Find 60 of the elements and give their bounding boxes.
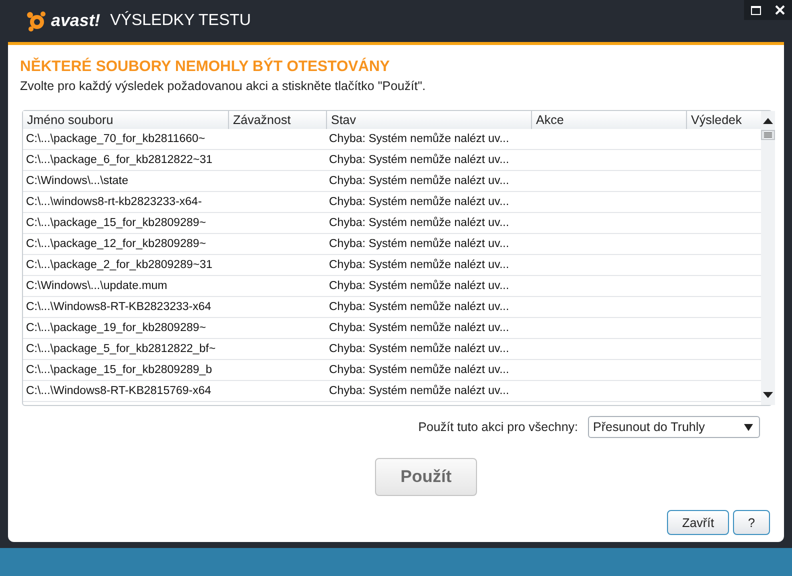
table-cell-text: Chyba: Systém nemůže nalézt uv... bbox=[328, 258, 510, 273]
table-row[interactable]: C:\...\package_15_for_kb2809289~ Chyba: Systém nemůže nalézt uv... bbox=[23, 213, 761, 234]
column-header[interactable]: Jméno souboru bbox=[23, 111, 228, 129]
action-dropdown[interactable]: Přesunout do Truhly bbox=[588, 416, 760, 438]
table-cell-text: C:\...\Windows8-RT-KB2815769-x64 bbox=[25, 384, 212, 399]
table-row[interactable]: C:\...\package_6_for_kb2812822~31 Chyba: Systém nemůže nalézt uv... bbox=[23, 150, 761, 171]
table-cell-text: C:\...\package_70_for_kb2811660~ bbox=[25, 132, 206, 147]
table-row[interactable]: C:\...\package_12_for_kb2809289~ Chyba: Systém nemůže nalézt uv... bbox=[23, 234, 761, 255]
scroll-up-icon[interactable] bbox=[763, 117, 773, 125]
table-cell-text: Chyba: Systém nemůže nalézt uv... bbox=[328, 132, 510, 147]
table-cell-text: Chyba: Systém nemůže nalézt uv... bbox=[328, 320, 510, 336]
table-row[interactable]: C:\...\package_2_for_kb2809289~31 Chyba: Systém nemůže nalézt uv... bbox=[23, 255, 761, 276]
table-cell-text: C:\...\package_19_for_kb2809289~ bbox=[25, 321, 207, 336]
table-cell-text: C:\...\package_12_for_kb2809289~ bbox=[25, 237, 207, 252]
table-cell-text: Chyba: Systém nemůže nalézt uv... bbox=[328, 236, 510, 252]
table-row[interactable]: C:\...\Windows8-RT-KB2823233-x64 Chyba: Systém nemůže nalézt uv... bbox=[23, 297, 761, 318]
table-cell-text: Chyba: Systém nemůže nalézt uv... bbox=[328, 362, 510, 378]
maximize-icon[interactable] bbox=[744, 0, 768, 20]
table-cell-text: C:\Windows\...\state bbox=[25, 174, 130, 189]
column-header[interactable]: Stav bbox=[326, 111, 531, 129]
table-cell-text: C:\...\windows8-rt-kb2823233-x64- bbox=[25, 195, 203, 210]
table-row[interactable]: C:\...\package_5_for_kb2812822_bf~ Chyba: Systém nemůže nalézt uv... bbox=[23, 339, 761, 360]
table-cell-text: C:\...\package_15_for_kb2809289_b bbox=[25, 363, 214, 378]
table-row[interactable]: C:\Windows\...\update.mum Chyba: Systém nemůže nalézt uv... bbox=[23, 276, 761, 297]
table-row[interactable]: C:\...\package_15_for_kb2809289_b Chyba: Systém nemůže nalézt uv... bbox=[23, 360, 761, 381]
table-cell-text: Chyba: Systém nemůže nalézt uv... bbox=[328, 194, 510, 210]
table-cell-text: Chyba: Systém nemůže nalézt uv... bbox=[328, 342, 510, 357]
table-cell-text: Chyba: Systém nemůže nalézt uv... bbox=[328, 152, 510, 168]
scroll-thumb-icon[interactable] bbox=[761, 130, 775, 140]
table-cell-text: C:\Windows\...\update.mum bbox=[25, 279, 168, 294]
app-logo: avast! bbox=[26, 10, 100, 32]
table-cell-text: C:\...\package_5_for_kb2812822_bf~ bbox=[25, 342, 217, 357]
table-row[interactable]: C:\...\package_19_for_kb2809289~ Chyba: Systém nemůže nalézt uv... bbox=[23, 318, 761, 339]
help-button[interactable]: ? bbox=[733, 510, 770, 535]
column-header[interactable]: Závažnost bbox=[228, 111, 326, 129]
table-cell-text: C:\...\package_6_for_kb2812822~31 bbox=[25, 153, 214, 168]
window-title: VÝSLEDKY TESTU bbox=[110, 12, 251, 30]
table-row[interactable]: C:\Windows\...\state Chyba: Systém nemůže nalézt uv... bbox=[23, 171, 761, 192]
close-icon[interactable] bbox=[768, 0, 792, 20]
table-cell-text: Chyba: Systém nemůže nalézt uv... bbox=[328, 216, 510, 231]
apply-button[interactable]: Použít bbox=[375, 458, 477, 496]
scroll-down-icon[interactable] bbox=[763, 391, 773, 399]
table-cell-text: Chyba: Systém nemůže nalézt uv... bbox=[328, 300, 510, 315]
table-cell-text: C:\...\package_2_for_kb2809289~31 bbox=[25, 258, 214, 273]
table-cell-text: C:\...\Windows8-RT-KB2823233-x64 bbox=[25, 300, 212, 315]
table-row[interactable]: C:\...\Windows8-RT-KB2815769-x64 Chyba: Systém nemůže nalézt uv... bbox=[23, 381, 761, 402]
table-cell-text: Chyba: Systém nemůže nalézt uv... bbox=[328, 384, 510, 399]
table-cell-text: C:\...\package_15_for_kb2809289~ bbox=[25, 216, 207, 231]
logo-icon bbox=[26, 10, 48, 32]
apply-all-label: Použít tuto akci pro všechny: bbox=[418, 420, 578, 434]
heading: NĚKTERÉ SOUBORY NEMOHLY BÝT OTESTOVÁNY bbox=[20, 58, 391, 75]
scrollbar[interactable] bbox=[761, 111, 775, 405]
table-cell-text: Chyba: Systém nemůže nalézt uv... bbox=[328, 174, 510, 189]
instruction-text: Zvolte pro každý výsledek požadovanou akci a stiskněte tlačítko "Použít". bbox=[20, 79, 427, 93]
close-button[interactable]: Zavřít bbox=[667, 510, 730, 535]
table-cell-text: Chyba: Systém nemůže nalézt uv... bbox=[328, 278, 510, 294]
column-header[interactable]: Akce bbox=[531, 111, 686, 129]
table-row[interactable]: C:\...\package_70_for_kb2811660~ Chyba: Systém nemůže nalézt uv... bbox=[23, 129, 761, 150]
dropdown-arrow-icon bbox=[744, 424, 753, 430]
table-row[interactable]: C:\...\windows8-rt-kb2823233-x64- Chyba: Systém nemůže nalézt uv... bbox=[23, 192, 761, 213]
